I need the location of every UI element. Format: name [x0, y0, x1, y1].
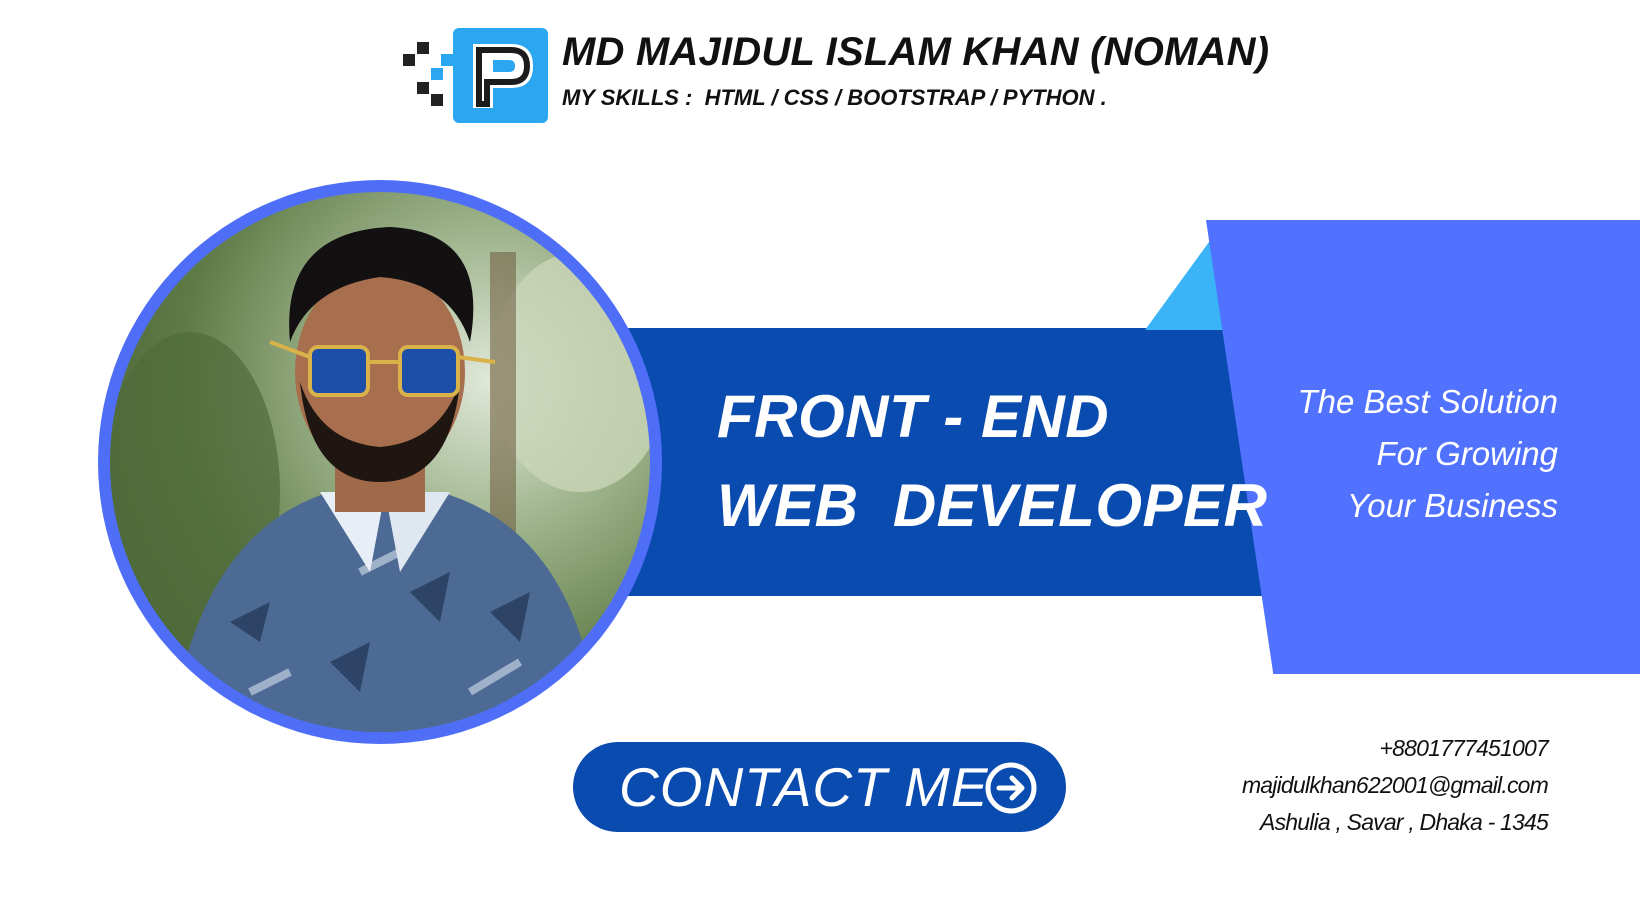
brand-name: MD MAJIDUL ISLAM KHAN (NOMAN) [562, 30, 1270, 74]
skills-line: MY SKILLS : HTML / CSS / BOOTSTRAP / PYT… [562, 85, 1107, 110]
logo-pixel [417, 82, 429, 94]
brand-logo [403, 28, 548, 123]
tagline-line: For Growing [1376, 435, 1558, 472]
p-letter-logo-icon [453, 28, 548, 123]
phone-number: +8801777451007 [1379, 735, 1548, 761]
logo-pixel [431, 94, 443, 106]
profile-photo [98, 180, 662, 744]
role-banner [626, 328, 1280, 596]
logo-pixel [417, 42, 429, 54]
tagline: The Best Solution For Growing Your Busin… [1298, 376, 1559, 532]
logo-pixel [441, 54, 453, 66]
role-line-2: WEB DEVELOPER [717, 472, 1268, 539]
tagline-line: Your Business [1347, 487, 1558, 524]
postal-address: Ashulia , Savar , Dhaka - 1345 [1260, 809, 1549, 835]
contact-me-button[interactable]: CONTACT ME [573, 742, 1066, 832]
profile-photo-image [110, 192, 650, 732]
arrow-right-circle-icon [985, 762, 1037, 814]
contact-me-label: CONTACT ME [619, 756, 989, 818]
tagline-line: The Best Solution [1297, 383, 1559, 420]
logo-pixel [403, 54, 415, 66]
email-address: majidulkhan622001@gmail.com [1241, 772, 1549, 798]
contact-info: +8801777451007 majidulkhan622001@gmail.c… [1241, 730, 1549, 841]
logo-pixel [431, 68, 443, 80]
role-line-1: FRONT - END [717, 383, 1110, 450]
